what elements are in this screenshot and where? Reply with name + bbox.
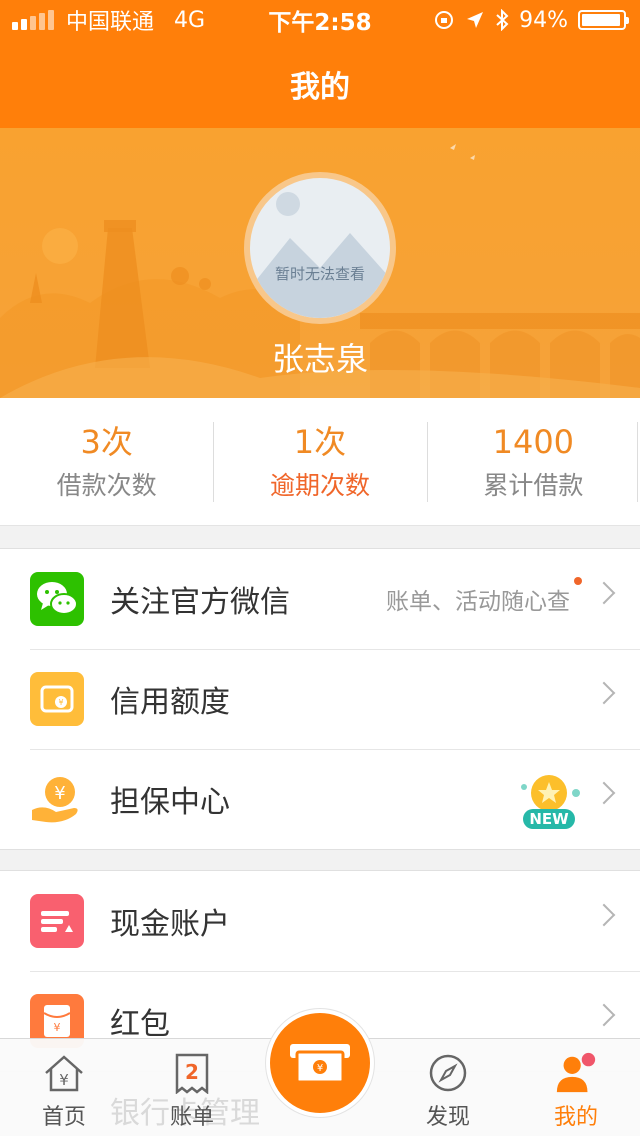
menu-group-1: 关注官方微信 账单、活动随心查 ¥ 信用额度 ¥ 担保中心 NEW (0, 548, 640, 850)
tab-bar: 银行卡管理 ¥ 首页 2 账单 ¥ 发现 我的 (0, 1009, 640, 1136)
avatar[interactable]: 暂时无法查看 (244, 172, 396, 324)
chevron-right-icon (592, 903, 616, 927)
stat-value: 1400 (492, 422, 575, 461)
profile-banner: 暂时无法查看 张志泉 (0, 128, 640, 398)
tab-bills[interactable]: 2 账单 (128, 1039, 256, 1136)
chevron-right-icon (592, 781, 616, 805)
network-label: 4G (174, 7, 206, 33)
menu-item-credit-limit[interactable]: ¥ 信用额度 (0, 649, 640, 749)
signal-icon (12, 10, 54, 30)
menu-item-label: 担保中心 (110, 785, 230, 820)
page-title: 我的 (290, 70, 350, 105)
svg-text:¥: ¥ (58, 698, 63, 707)
stat-loan-count[interactable]: 3次 借款次数 (0, 422, 213, 502)
chevron-right-icon (592, 681, 616, 705)
new-badge-text: NEW (529, 810, 569, 828)
image-placeholder-icon (250, 192, 390, 318)
battery-percent: 94% (519, 7, 568, 33)
menu-item-label: 信用额度 (110, 685, 230, 720)
username: 张志泉 (271, 340, 368, 378)
battery-icon (578, 10, 629, 30)
bluetooth-icon (496, 9, 509, 31)
stat-value: 1次 (293, 422, 347, 461)
stat-value: 3次 (80, 422, 133, 461)
credit-card-icon: ¥ (30, 672, 84, 726)
tab-discover[interactable]: 发现 (384, 1039, 512, 1136)
location-icon (467, 12, 484, 28)
chevron-right-icon (592, 1003, 616, 1027)
chevron-right-icon (592, 581, 616, 605)
loan-stats: 3次 借款次数 1次 逾期次数 1400 累计借款 (0, 398, 640, 526)
tab-label: 首页 (41, 1105, 86, 1130)
carrier-label: 中国联通 (66, 10, 155, 35)
cash-machine-icon: ¥ (290, 1044, 350, 1084)
stat-label: 借款次数 (56, 470, 157, 500)
stat-overdue-count[interactable]: 1次 逾期次数 (213, 421, 426, 502)
wechat-icon (30, 572, 84, 626)
menu-item-label: 红包 (110, 1007, 170, 1042)
rotation-lock-icon (435, 11, 454, 29)
stat-label: 逾期次数 (269, 470, 370, 500)
bill-count: 2 (185, 1060, 199, 1084)
nav-bar: 我的 (0, 40, 640, 128)
menu-item-label: 关注官方微信 (110, 585, 290, 620)
tab-label: 发现 (425, 1105, 470, 1130)
bill-icon: 2 (170, 1051, 214, 1095)
compass-icon (426, 1051, 470, 1095)
svg-text:¥: ¥ (317, 1063, 323, 1074)
menu-item-cash-account[interactable]: 现金账户 (0, 871, 640, 971)
menu-item-hint: 账单、活动随心查 (386, 589, 570, 615)
avatar-placeholder-text: 暂时无法查看 (274, 265, 365, 283)
cash-account-icon (30, 894, 84, 948)
home-yen-icon: ¥ (42, 1051, 86, 1095)
hand-coin-icon: ¥ (30, 772, 84, 826)
notification-dot (574, 577, 582, 585)
svg-text:¥: ¥ (54, 783, 65, 804)
menu-item-wechat[interactable]: 关注官方微信 账单、活动随心查 (0, 549, 640, 649)
tab-label: 账单 (169, 1105, 214, 1130)
my-page: 中国联通 4G 下午2:58 94% 我的 暂时无法查看 张志泉 3次 借款次数… (0, 0, 640, 1136)
cash-machine-button[interactable]: ¥ (266, 1009, 374, 1117)
new-badge: NEW (516, 767, 582, 833)
user-icon (554, 1051, 598, 1095)
stat-label: 累计借款 (483, 470, 584, 500)
tab-home[interactable]: ¥ 首页 (0, 1039, 128, 1136)
menu-item-label: 现金账户 (110, 907, 230, 942)
stat-total-borrowed[interactable]: 1400 累计借款 (426, 421, 640, 502)
tab-label: 我的 (553, 1105, 598, 1130)
svg-text:¥: ¥ (59, 1071, 69, 1089)
svg-text:¥: ¥ (54, 1021, 61, 1034)
menu-item-guarantee-center[interactable]: ¥ 担保中心 NEW (0, 749, 640, 849)
tab-mine[interactable]: 我的 (512, 1039, 640, 1136)
status-bar: 中国联通 4G 下午2:58 94% (0, 0, 640, 40)
